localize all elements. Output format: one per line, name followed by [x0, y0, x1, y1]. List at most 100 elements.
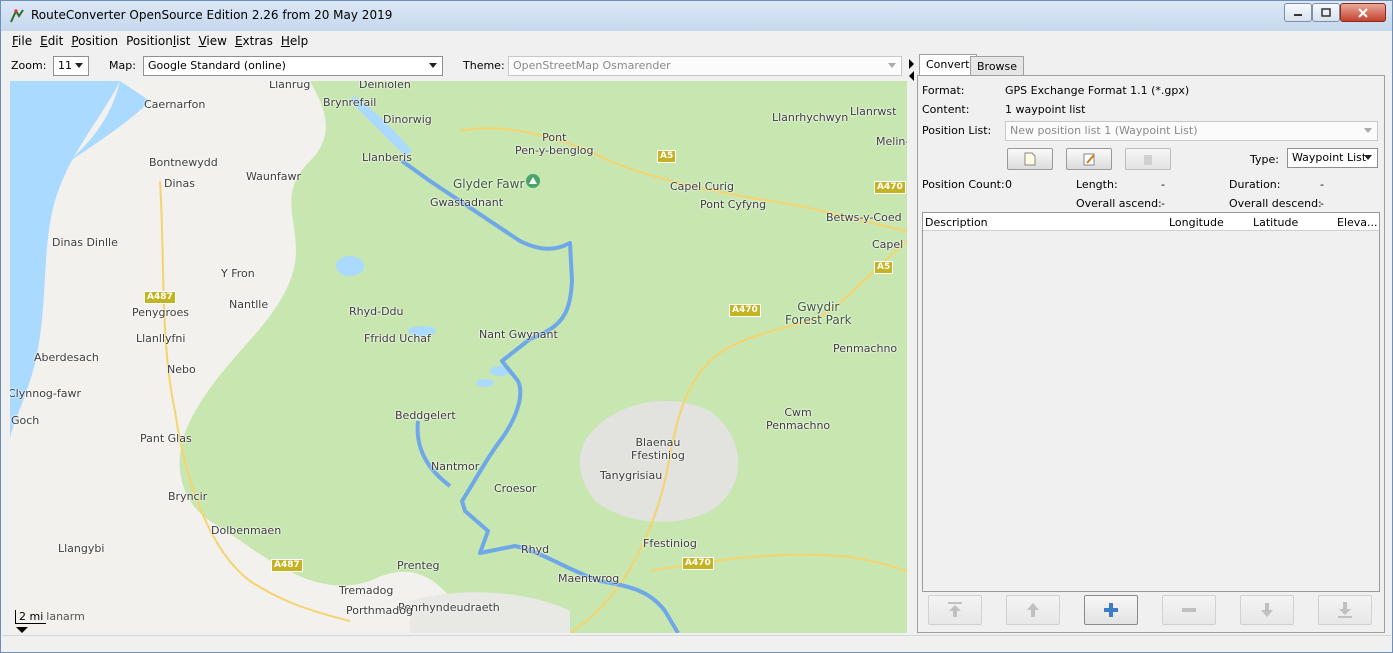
road-shield: A470 [682, 557, 714, 570]
close-button[interactable] [1340, 3, 1386, 22]
maximize-button[interactable] [1312, 3, 1340, 22]
place-label: Llanrug [269, 81, 311, 91]
arrow-up-icon [1027, 603, 1039, 617]
road-shield: A5 [874, 261, 894, 274]
format-label: Format: [922, 84, 965, 97]
place-label: Caernarfon [144, 98, 206, 111]
theme-select[interactable]: OpenStreetMap Osmarender [508, 56, 902, 76]
place-label: Nant Gwynant [479, 328, 558, 341]
move-down-button[interactable] [1240, 595, 1294, 625]
road-shield: A487 [144, 291, 176, 304]
panel-splitter[interactable] [908, 53, 916, 635]
menu-positionlist[interactable]: Positionlist [126, 34, 190, 48]
collapse-left-icon[interactable] [909, 71, 914, 81]
overall-descend-value: - [1320, 197, 1324, 210]
minimize-button[interactable] [1284, 3, 1312, 22]
content-label: Content: [922, 103, 970, 116]
place-label: Aberdesach [34, 351, 99, 364]
place-label: Penrhyndeudraeth [398, 601, 500, 614]
place-label: Nantmor [431, 460, 480, 473]
menu-file[interactable]: File [12, 34, 32, 48]
format-value: GPS Exchange Format 1.1 (*.gpx) [1005, 84, 1190, 97]
road-shield: A470 [729, 304, 761, 317]
tab-convert[interactable]: Convert [919, 54, 977, 76]
place-label: Brynrefail [323, 96, 377, 109]
menu-extras[interactable]: Extras [235, 34, 273, 48]
collapse-right-icon[interactable] [909, 59, 914, 69]
overall-ascend-value: - [1161, 197, 1165, 210]
theme-label: Theme: [463, 59, 505, 72]
place-label: Dinas Dinlle [52, 236, 118, 249]
place-label: Gwydir Forest Park [785, 300, 852, 327]
maximize-icon [1321, 8, 1331, 17]
map-view[interactable]: Llanrug Deiniolen Caernarfon Brynrefail Dino… [10, 81, 907, 633]
arrow-to-bottom-icon [1338, 602, 1352, 618]
place-label: Waunfawr [246, 170, 301, 183]
chevron-down-icon [75, 63, 83, 68]
place-label: Capel Curig [670, 180, 734, 193]
delete-list-button[interactable] [1125, 148, 1171, 170]
position-list-label: Position List: [922, 124, 992, 137]
trash-icon [1144, 155, 1152, 165]
overall-descend-label: Overall descend: [1229, 197, 1322, 210]
place-label: Pant Glas [140, 432, 192, 445]
place-label: Goch [11, 414, 40, 427]
position-count-label: Position Count: [922, 178, 1005, 191]
add-position-button[interactable] [1084, 595, 1138, 625]
move-to-top-button[interactable] [928, 595, 982, 625]
place-label: Porthmadog [346, 604, 413, 617]
map-scale: 2 mi lanarm [15, 610, 85, 624]
place-label: Maentwrog [558, 572, 620, 585]
chevron-down-icon [1364, 155, 1372, 160]
place-label: Beddgelert [395, 409, 456, 422]
map-select[interactable]: Google Standard (online) [143, 56, 443, 76]
menu-view[interactable]: View [198, 34, 226, 48]
chevron-down-icon [888, 63, 896, 68]
new-document-icon [1024, 152, 1036, 166]
menu-help[interactable]: Help [281, 34, 308, 48]
place-label: Penmachno [833, 342, 898, 355]
menu-position[interactable]: Position [71, 34, 118, 48]
column-elevation[interactable]: Eleva... [1337, 216, 1378, 229]
place-label: Tanygrisiau [600, 469, 663, 482]
move-up-button[interactable] [1006, 595, 1060, 625]
scale-label: 2 mi [15, 610, 47, 624]
place-label: Gwastadnant [430, 196, 504, 209]
place-label: Croesor [494, 482, 537, 495]
place-label: Llanrhychwyn [772, 111, 849, 124]
column-description[interactable]: Description [925, 216, 988, 229]
remove-position-button[interactable] [1162, 595, 1216, 625]
positions-table[interactable]: Description Longitude Latitude Eleva... [922, 212, 1380, 592]
new-list-button[interactable] [1007, 148, 1053, 170]
position-list-select[interactable]: New position list 1 (Waypoint List) [1005, 121, 1378, 141]
road-shield: A5 [657, 150, 677, 163]
length-label: Length: [1076, 178, 1118, 191]
lake [336, 256, 364, 276]
place-label: Nantlle [229, 298, 269, 311]
arrow-to-top-icon [948, 602, 962, 617]
place-label: Clynnog-fawr [10, 387, 82, 400]
place-label: Ffridd Uchaf [364, 332, 431, 345]
chevron-down-icon [429, 63, 437, 68]
place-label: Blaenau Ffestiniog [631, 436, 685, 462]
map-value: Google Standard (online) [148, 59, 286, 72]
map-canvas[interactable] [10, 81, 907, 633]
map-expand-handle[interactable] [16, 627, 28, 633]
zoom-select[interactable]: 11 [53, 56, 89, 76]
column-latitude[interactable]: Latitude [1253, 216, 1298, 229]
theme-value: OpenStreetMap Osmarender [513, 59, 671, 72]
place-label: Llanberis [362, 151, 412, 164]
place-label: Capel [872, 238, 904, 251]
place-label: Melin- [876, 135, 907, 148]
place-label: Llangybi [58, 542, 105, 555]
rename-list-button[interactable] [1066, 148, 1112, 170]
move-to-bottom-button[interactable] [1318, 595, 1372, 625]
tab-browse[interactable]: Browse [970, 56, 1025, 76]
menu-edit[interactable]: Edit [40, 34, 63, 48]
column-longitude[interactable]: Longitude [1169, 216, 1224, 229]
place-label: Penygroes [132, 306, 189, 319]
table-header: Description Longitude Latitude Eleva... [923, 213, 1379, 231]
place-label: Dolbenmaen [211, 524, 282, 537]
type-select[interactable]: Waypoint List [1287, 148, 1378, 168]
convert-panel: Convert Browse Format: GPS Exchange Form… [917, 53, 1385, 633]
